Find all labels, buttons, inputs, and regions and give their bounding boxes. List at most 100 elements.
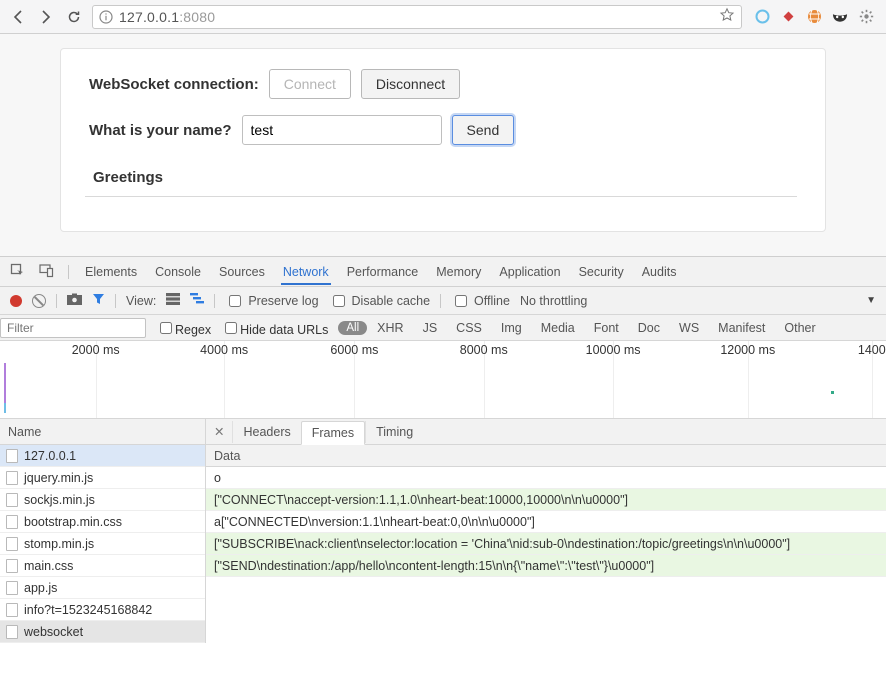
device-toggle-icon[interactable]: [39, 263, 54, 281]
filter-toggle-icon[interactable]: [92, 293, 105, 309]
filter-type-doc[interactable]: Doc: [638, 321, 660, 335]
request-name: sockjs.min.js: [24, 493, 95, 507]
divider: [68, 265, 69, 279]
ext-ball-icon[interactable]: [806, 9, 822, 25]
file-icon: [6, 603, 18, 617]
network-toolbar: View: Preserve log Disable cache Offline…: [0, 287, 886, 315]
devtools-tab-memory[interactable]: Memory: [434, 259, 483, 285]
offline-checkbox[interactable]: Offline: [451, 292, 510, 310]
filter-type-js[interactable]: JS: [423, 321, 438, 335]
greetings-heading: Greetings: [85, 161, 797, 197]
site-info-icon[interactable]: [99, 10, 113, 24]
forward-button[interactable]: [36, 7, 56, 27]
request-row[interactable]: 127.0.0.1: [0, 445, 205, 467]
devtools-tab-console[interactable]: Console: [153, 259, 203, 285]
frame-row[interactable]: ["SEND\ndestination:/app/hello\ncontent-…: [206, 555, 886, 577]
devtools-tab-elements[interactable]: Elements: [83, 259, 139, 285]
timeline-load-marker: [4, 363, 6, 403]
detail-tab-timing[interactable]: Timing: [365, 421, 423, 443]
request-row[interactable]: sockjs.min.js: [0, 489, 205, 511]
frame-row[interactable]: ["SUBSCRIBE\nack:client\nselector:locati…: [206, 533, 886, 555]
filter-type-font[interactable]: Font: [594, 321, 619, 335]
request-row[interactable]: websocket: [0, 621, 205, 643]
file-icon: [6, 493, 18, 507]
request-row[interactable]: bootstrap.min.css: [0, 511, 205, 533]
filter-type-media[interactable]: Media: [541, 321, 575, 335]
network-filter-bar: Regex Hide data URLs All XHR JS CSS Img Medi…: [0, 315, 886, 341]
timeline-tick: 10000 ms: [586, 343, 641, 357]
timeline-tick: 6000 ms: [330, 343, 378, 357]
hide-data-urls-checkbox[interactable]: Hide data URLs: [221, 319, 328, 337]
disconnect-button[interactable]: Disconnect: [361, 69, 460, 99]
throttling-select[interactable]: No throttling: [520, 294, 587, 308]
filter-type-css[interactable]: CSS: [456, 321, 482, 335]
capture-screenshot-icon[interactable]: [67, 293, 82, 308]
filter-type-ws[interactable]: WS: [679, 321, 699, 335]
network-panes: Name 127.0.0.1 jquery.min.js sockjs.min.js…: [0, 419, 886, 643]
bookmark-star-icon[interactable]: [719, 7, 735, 26]
name-row: What is your name? Send: [89, 115, 797, 145]
timeline-tick: 8000 ms: [460, 343, 508, 357]
detail-tab-frames[interactable]: Frames: [301, 421, 365, 445]
timeline-request-dot: [831, 391, 834, 394]
preserve-log-checkbox[interactable]: Preserve log: [225, 292, 318, 310]
name-label: What is your name?: [89, 122, 232, 139]
filter-input[interactable]: [0, 318, 146, 338]
devtools-tab-performance[interactable]: Performance: [345, 259, 421, 285]
inspect-icon[interactable]: [10, 263, 25, 281]
devtools-tab-audits[interactable]: Audits: [640, 259, 679, 285]
devtools-tab-sources[interactable]: Sources: [217, 259, 267, 285]
request-name: 127.0.0.1: [24, 449, 76, 463]
frame-row[interactable]: ["CONNECT\naccept-version:1.1,1.0\nheart…: [206, 489, 886, 511]
filter-type-xhr[interactable]: XHR: [377, 321, 403, 335]
frames-column-header: Data: [206, 445, 886, 467]
regex-checkbox[interactable]: Regex: [156, 319, 211, 337]
filter-type-img[interactable]: Img: [501, 321, 522, 335]
frame-row[interactable]: a["CONNECTED\nversion:1.1\nheart-beat:0,…: [206, 511, 886, 533]
ext-diamond-icon[interactable]: [780, 9, 796, 25]
request-row[interactable]: main.css: [0, 555, 205, 577]
request-name: websocket: [24, 625, 83, 639]
name-input[interactable]: [242, 115, 442, 145]
filter-type-other[interactable]: Other: [784, 321, 815, 335]
devtools-tab-security[interactable]: Security: [577, 259, 626, 285]
request-name: info?t=1523245168842: [24, 603, 152, 617]
request-row[interactable]: info?t=1523245168842: [0, 599, 205, 621]
clear-button[interactable]: [32, 294, 46, 308]
waterfall-icon[interactable]: [190, 293, 204, 308]
page-viewport: WebSocket connection: Connect Disconnect…: [0, 34, 886, 256]
reload-button[interactable]: [64, 7, 84, 27]
view-label: View:: [126, 294, 156, 308]
ws-label: WebSocket connection:: [89, 76, 259, 93]
devtools-tab-application[interactable]: Application: [497, 259, 562, 285]
ext-circle-icon[interactable]: [754, 9, 770, 25]
send-button[interactable]: Send: [452, 115, 515, 145]
network-timeline[interactable]: 2000 ms4000 ms6000 ms8000 ms10000 ms1200…: [0, 341, 886, 419]
file-icon: [6, 537, 18, 551]
back-button[interactable]: [8, 7, 28, 27]
filter-type-all[interactable]: All: [338, 321, 367, 335]
ext-mask-icon[interactable]: [832, 9, 848, 25]
request-list: Name 127.0.0.1 jquery.min.js sockjs.min.js…: [0, 419, 206, 643]
disable-cache-checkbox[interactable]: Disable cache: [329, 292, 431, 310]
filter-type-manifest[interactable]: Manifest: [718, 321, 765, 335]
timeline-tick: 1400: [858, 343, 886, 357]
request-row[interactable]: stomp.min.js: [0, 533, 205, 555]
close-details-icon[interactable]: ✕: [206, 424, 232, 439]
request-name: stomp.min.js: [24, 537, 94, 551]
ext-gear-icon[interactable]: [858, 9, 874, 25]
address-bar[interactable]: 127.0.0.1:8080: [92, 5, 742, 29]
request-row[interactable]: app.js: [0, 577, 205, 599]
detail-tab-headers[interactable]: Headers: [232, 421, 300, 443]
connect-button[interactable]: Connect: [269, 69, 351, 99]
timeline-tick: 2000 ms: [72, 343, 120, 357]
request-details: ✕ HeadersFramesTiming Data o["CONNECT\na…: [206, 419, 886, 643]
request-name: bootstrap.min.css: [24, 515, 122, 529]
request-list-header[interactable]: Name: [0, 419, 205, 445]
devtools-tab-network[interactable]: Network: [281, 259, 331, 285]
frame-row[interactable]: o: [206, 467, 886, 489]
open-drawer-icon[interactable]: ▼: [866, 295, 876, 306]
record-button[interactable]: [10, 295, 22, 307]
large-rows-icon[interactable]: [166, 293, 180, 308]
request-row[interactable]: jquery.min.js: [0, 467, 205, 489]
